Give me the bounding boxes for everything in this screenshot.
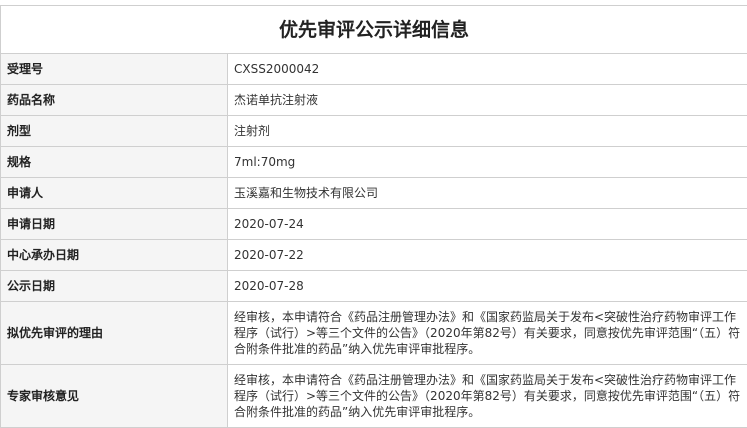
row-value: 经审核，本申请符合《药品注册管理办法》和《国家药监局关于发布<突破性治疗药物审评…	[228, 302, 747, 365]
row-value: 经审核，本申请符合《药品注册管理办法》和《国家药监局关于发布<突破性治疗药物审评…	[228, 365, 747, 428]
table-row-dosage-form: 剂型 注射剂	[1, 116, 747, 147]
row-label: 申请日期	[1, 209, 228, 240]
row-value: CXSS2000042	[228, 54, 747, 85]
row-label: 规格	[1, 147, 228, 178]
row-value: 杰诺单抗注射液	[228, 85, 747, 116]
row-value: 2020-07-22	[228, 240, 747, 271]
table-row-center-date: 中心承办日期 2020-07-22	[1, 240, 747, 271]
row-label: 剂型	[1, 116, 228, 147]
table-row-applicant: 申请人 玉溪嘉和生物技术有限公司	[1, 178, 747, 209]
table-row-specification: 规格 7ml:70mg	[1, 147, 747, 178]
table-row-publicity-date: 公示日期 2020-07-28	[1, 271, 747, 302]
table-row-expert-opinion: 专家审核意见 经审核，本申请符合《药品注册管理办法》和《国家药监局关于发布<突破…	[1, 365, 747, 428]
row-value: 7ml:70mg	[228, 147, 747, 178]
page-title: 优先审评公示详细信息	[1, 6, 747, 54]
row-label: 药品名称	[1, 85, 228, 116]
table-row-application-date: 申请日期 2020-07-24	[1, 209, 747, 240]
table-row-acceptance-number: 受理号 CXSS2000042	[1, 54, 747, 85]
row-label: 申请人	[1, 178, 228, 209]
title-row: 优先审评公示详细信息	[1, 6, 747, 54]
row-label: 专家审核意见	[1, 365, 228, 428]
row-value: 2020-07-28	[228, 271, 747, 302]
row-value: 玉溪嘉和生物技术有限公司	[228, 178, 747, 209]
table-row-drug-name: 药品名称 杰诺单抗注射液	[1, 85, 747, 116]
row-value: 2020-07-24	[228, 209, 747, 240]
row-label: 中心承办日期	[1, 240, 228, 271]
table-row-priority-reason: 拟优先审评的理由 经审核，本申请符合《药品注册管理办法》和《国家药监局关于发布<…	[1, 302, 747, 365]
row-label: 公示日期	[1, 271, 228, 302]
row-label: 拟优先审评的理由	[1, 302, 228, 365]
row-value: 注射剂	[228, 116, 747, 147]
row-label: 受理号	[1, 54, 228, 85]
detail-table: 优先审评公示详细信息 受理号 CXSS2000042 药品名称 杰诺单抗注射液 …	[0, 5, 747, 428]
